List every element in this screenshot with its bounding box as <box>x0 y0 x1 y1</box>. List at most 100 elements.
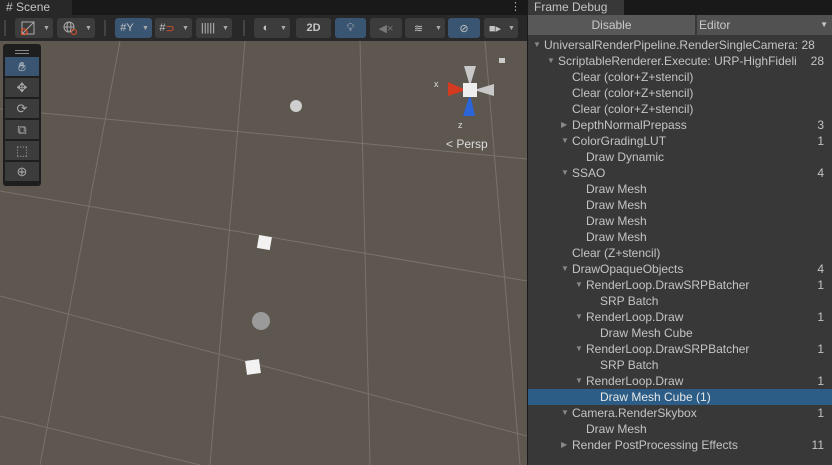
expanded-arrow-icon[interactable]: ▼ <box>575 309 583 325</box>
expanded-arrow-icon[interactable]: ▼ <box>561 165 569 181</box>
scene-grid <box>0 41 527 465</box>
tree-row-label: Clear (Z+stencil) <box>572 246 661 260</box>
more-options-icon[interactable]: ⋮ <box>510 0 521 14</box>
rect-tool-icon[interactable]: ⬚ <box>5 141 39 160</box>
tree-row[interactable]: Draw Mesh <box>528 213 832 229</box>
tree-row-label: Draw Dynamic <box>586 150 665 164</box>
tools-drag-handle[interactable] <box>5 47 39 57</box>
tree-row[interactable]: Clear (color+Z+stencil) <box>528 85 832 101</box>
tree-row[interactable]: Draw Mesh <box>528 229 832 245</box>
tree-row[interactable]: Clear (color+Z+stencil) <box>528 101 832 117</box>
shading-mode-icon[interactable]: ◐ <box>254 18 278 38</box>
shading-dropdown[interactable]: ▼ <box>277 18 290 38</box>
globe-icon[interactable] <box>57 18 83 38</box>
tree-row[interactable]: ▼ RenderLoop.DrawSRPBatcher 1 <box>528 341 832 357</box>
tree-row[interactable]: SRP Batch <box>528 357 832 373</box>
tree-row-label: SRP Batch <box>600 294 659 308</box>
perspective-toggle[interactable]: < Persp <box>446 137 488 151</box>
toggle-2d-button[interactable]: 2D <box>296 18 331 38</box>
camera-dropdown[interactable]: ▼ <box>505 18 518 38</box>
tree-row[interactable]: Draw Dynamic <box>528 149 832 165</box>
audio-mute-icon[interactable]: ◀× <box>370 18 402 38</box>
tree-row-count: 1 <box>817 406 824 420</box>
tree-row[interactable]: ▼ ColorGradingLUT 1 <box>528 133 832 149</box>
expanded-arrow-icon[interactable]: ▼ <box>533 37 541 53</box>
scene-visibility-icon[interactable]: ⊘ <box>448 18 480 38</box>
tree-row[interactable]: ▼ RenderLoop.Draw 1 <box>528 373 832 389</box>
tree-row[interactable]: SRP Batch <box>528 293 832 309</box>
tree-row[interactable]: Clear (color+Z+stencil) <box>528 69 832 85</box>
draw-mode-dropdown[interactable]: ▼ <box>40 18 53 38</box>
grid-icon: # <box>6 0 13 14</box>
tree-row[interactable]: ▼ RenderLoop.Draw 1 <box>528 309 832 325</box>
tree-row-label: UniversalRenderPipeline.RenderSingleCame… <box>544 38 815 52</box>
expanded-arrow-icon[interactable]: ▼ <box>575 373 583 389</box>
target-select[interactable]: Editor ▼ <box>697 15 832 35</box>
chevron-down-icon: ▼ <box>820 20 828 29</box>
tools-overlay: ✋︎ ✥ ⟳ ⧉ ⬚ ⊕ <box>3 44 41 186</box>
transform-tool-icon[interactable]: ⊕ <box>5 162 39 181</box>
tree-row-label: Draw Mesh <box>586 198 647 212</box>
expanded-arrow-icon[interactable]: ▼ <box>561 405 569 421</box>
tree-row-count: 1 <box>817 278 824 292</box>
tree-row[interactable]: Draw Mesh Cube (1) <box>528 389 832 405</box>
lighting-toggle-icon[interactable]: 💡︎ <box>335 18 366 38</box>
hand-tool-icon[interactable]: ✋︎ <box>5 57 39 76</box>
globe-dropdown[interactable]: ▼ <box>82 18 95 38</box>
disable-button[interactable]: Disable <box>528 15 695 35</box>
tree-row-count: 28 <box>810 54 824 68</box>
effects-icon[interactable]: ≋ <box>405 18 432 38</box>
expanded-arrow-icon[interactable]: ▼ <box>561 261 569 277</box>
tree-row[interactable]: ▶ DepthNormalPrepass 3 <box>528 117 832 133</box>
collapsed-arrow-icon[interactable]: ▶ <box>561 437 567 453</box>
move-tool-icon[interactable]: ✥ <box>5 78 39 97</box>
tree-row-label: SSAO <box>572 166 606 180</box>
increment-snap-icon[interactable]: ||||| <box>196 18 220 38</box>
scene-panel: # Scene ⋮ ▼ ▼ #Y ▼ # ⊃ ▼ ||||| ▼ ◐ ▼ 2D 💡… <box>0 0 527 465</box>
tree-row[interactable]: ▼ DrawOpaqueObjects 4 <box>528 261 832 277</box>
tree-row-label: Draw Mesh <box>586 422 647 436</box>
tree-row-label: Render PostProcessing Effects <box>572 438 738 452</box>
increment-snap-dropdown[interactable]: ▼ <box>219 18 232 38</box>
snap-dropdown[interactable]: ▼ <box>179 18 192 38</box>
tree-row-label: Draw Mesh <box>586 230 647 244</box>
tree-row[interactable]: ▼ UniversalRenderPipeline.RenderSingleCam… <box>528 37 832 53</box>
tree-row[interactable]: ▼ Camera.RenderSkybox 1 <box>528 405 832 421</box>
expanded-arrow-icon[interactable]: ▼ <box>575 277 583 293</box>
rotate-tool-icon[interactable]: ⟳ <box>5 99 39 118</box>
tree-row-label: Draw Mesh Cube <box>600 326 693 340</box>
tree-row[interactable]: Draw Mesh <box>528 197 832 213</box>
tree-row[interactable]: ▶ Render PostProcessing Effects 11 <box>528 437 832 453</box>
scale-tool-icon[interactable]: ⧉ <box>5 120 39 139</box>
tree-row[interactable]: Draw Mesh Cube <box>528 325 832 341</box>
tab-frame-debug[interactable]: Frame Debug <box>528 0 624 15</box>
tab-label: Scene <box>16 0 51 14</box>
grid-snap-icon[interactable]: #Y <box>115 18 139 38</box>
expanded-arrow-icon[interactable]: ▼ <box>561 133 569 149</box>
tree-row-count: 1 <box>817 374 824 388</box>
scene-viewport[interactable]: x z < Persp <box>0 41 527 465</box>
expanded-arrow-icon[interactable]: ▼ <box>575 341 583 357</box>
tree-row-label: RenderLoop.Draw <box>586 374 684 388</box>
tree-row[interactable]: Clear (Z+stencil) <box>528 245 832 261</box>
grid-snap-dropdown[interactable]: ▼ <box>139 18 152 38</box>
draw-mode-icon[interactable] <box>15 18 41 38</box>
tree-row-label: Draw Mesh <box>586 214 647 228</box>
expanded-arrow-icon[interactable]: ▼ <box>547 53 555 69</box>
camera-icon[interactable]: ■▸ <box>484 18 506 38</box>
tree-row[interactable]: Draw Mesh <box>528 421 832 437</box>
snap-magnet-icon[interactable]: # ⊃ <box>155 18 179 38</box>
persp-label: Persp <box>456 137 488 151</box>
tree-row-label: RenderLoop.DrawSRPBatcher <box>586 342 750 356</box>
effects-dropdown[interactable]: ▼ <box>432 18 445 38</box>
tab-scene[interactable]: # Scene <box>0 0 72 15</box>
tree-row-label: ColorGradingLUT <box>572 134 667 148</box>
toolbar-separator <box>104 20 106 36</box>
tree-row[interactable]: ▼ SSAO 4 <box>528 165 832 181</box>
tree-row[interactable]: Draw Mesh <box>528 181 832 197</box>
scene-tabbar: # Scene ⋮ <box>0 0 527 15</box>
tree-row[interactable]: ▼ RenderLoop.DrawSRPBatcher 1 <box>528 277 832 293</box>
toolbar-grip[interactable] <box>4 20 6 36</box>
tree-row[interactable]: ▼ ScriptableRenderer.Execute: URP-HighFid… <box>528 53 832 69</box>
collapsed-arrow-icon[interactable]: ▶ <box>561 117 567 133</box>
